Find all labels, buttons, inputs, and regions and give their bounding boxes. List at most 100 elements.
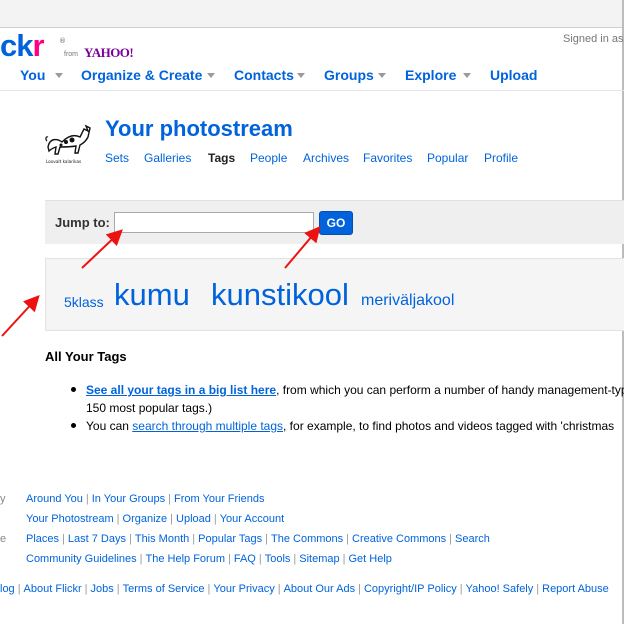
footer-link[interactable]: Creative Commons: [352, 533, 446, 545]
nav-contacts[interactable]: Contacts: [234, 67, 294, 83]
search-multiple-tags-link[interactable]: search through multiple tags: [132, 419, 283, 433]
logo-part-blue: ck: [0, 28, 33, 63]
buddy-caption: Loovalt kalarikas: [46, 159, 81, 164]
subnav-tags[interactable]: Tags: [208, 151, 235, 165]
bullet2-pre: You can: [86, 419, 133, 433]
separator: |: [207, 583, 211, 595]
footer-link[interactable]: Your Photostream: [26, 513, 114, 525]
footer-link[interactable]: Upload: [176, 513, 211, 525]
footer-link[interactable]: FAQ: [234, 553, 256, 565]
flickr-logo[interactable]: ckr: [0, 26, 45, 66]
signed-in-label: Signed in as: [563, 33, 624, 45]
separator: |: [265, 533, 268, 545]
tag-link[interactable]: 5klass: [64, 294, 104, 310]
subnav-profile[interactable]: Profile: [484, 151, 518, 165]
jump-to-input[interactable]: [114, 212, 314, 233]
footer-category-cut: e: [0, 533, 7, 545]
footer-link[interactable]: Your Privacy: [213, 583, 274, 595]
see-all-tags-link[interactable]: See all your tags in a big list here: [86, 383, 276, 397]
nav-explore[interactable]: Explore: [405, 67, 456, 83]
separator: |: [277, 583, 281, 595]
nav-upload[interactable]: Upload: [490, 67, 537, 83]
separator: |: [192, 533, 196, 545]
footer-link[interactable]: About Our Ads: [284, 583, 356, 595]
footer-link[interactable]: Get Help: [349, 553, 392, 565]
separator: |: [459, 583, 463, 595]
nav-groups[interactable]: Groups: [324, 67, 374, 83]
separator: |: [536, 583, 540, 595]
footer-link[interactable]: Last 7 Days: [68, 533, 126, 545]
chevron-down-icon[interactable]: [463, 73, 471, 78]
footer-link[interactable]: Tools: [265, 553, 291, 565]
yahoo-logo: YAHOO!: [84, 45, 134, 60]
separator: |: [168, 493, 171, 505]
chevron-down-icon[interactable]: [55, 73, 63, 78]
separator: |: [62, 533, 65, 545]
tag-link[interactable]: kumu: [114, 277, 190, 313]
all-tags-heading: All Your Tags: [45, 349, 127, 364]
chevron-down-icon[interactable]: [297, 73, 305, 78]
browser-top-strip: [0, 0, 624, 624]
footer-link[interactable]: Your Account: [220, 513, 284, 525]
footer-link[interactable]: Yahoo! Safely: [466, 583, 534, 595]
bullet-dot: [71, 423, 76, 428]
footer-link[interactable]: Report Abuse: [542, 583, 609, 595]
buddy-icon[interactable]: Loovalt kalarikas: [44, 117, 94, 167]
separator: |: [293, 553, 297, 565]
footer-link[interactable]: The Commons: [271, 533, 343, 545]
from-label: from: [64, 51, 78, 58]
page-title: Your photostream: [105, 116, 293, 141]
footer-link[interactable]: This Month: [135, 533, 189, 545]
bullet2-post: , for example, to find photos and videos…: [283, 419, 615, 433]
separator: |: [342, 553, 346, 565]
tag-cloud: 5klass kumu kunstikool meriväljakool: [45, 258, 624, 331]
footer-link[interactable]: Popular Tags: [198, 533, 262, 545]
jump-to-label: Jump to:: [55, 215, 110, 230]
footer-link[interactable]: Copyright/IP Policy: [364, 583, 457, 595]
nav-you[interactable]: You: [20, 67, 45, 83]
subnav-archives[interactable]: Archives: [303, 151, 349, 165]
footer-link[interactable]: Sitemap: [299, 553, 339, 565]
footer-link[interactable]: The Help Forum: [146, 553, 225, 565]
subnav-popular[interactable]: Popular: [427, 151, 468, 165]
subnav-sets[interactable]: Sets: [105, 151, 129, 165]
separator: |: [449, 533, 452, 545]
separator: |: [17, 583, 21, 595]
tag-link[interactable]: kunstikool: [211, 277, 349, 313]
jump-to-bar: Jump to: GO: [45, 200, 624, 244]
footer-link[interactable]: Search: [455, 533, 490, 545]
footer-link[interactable]: From Your Friends: [174, 493, 264, 505]
footer-category-cut: y: [0, 493, 6, 505]
footer-row-2: Your Photostream | Organize | Upload | Your Ac…: [26, 513, 284, 525]
red-arrow-icon: [1, 295, 40, 337]
bullet1-text: , from which you can perform a number of…: [276, 383, 624, 397]
separator: |: [139, 553, 143, 565]
footer-link[interactable]: In Your Groups: [92, 493, 165, 505]
footer-link[interactable]: Community Guidelines: [26, 553, 137, 565]
footer-link[interactable]: Organize: [123, 513, 168, 525]
separator: |: [84, 583, 88, 595]
registered-mark: ®: [59, 37, 66, 45]
footer-link[interactable]: About Flickr: [24, 583, 82, 595]
footer-link[interactable]: log: [0, 583, 15, 595]
footer-link[interactable]: Terms of Service: [123, 583, 205, 595]
main-nav: You Organize & Create Contacts Groups Ex…: [0, 66, 624, 90]
chevron-down-icon[interactable]: [207, 73, 215, 78]
tag-link[interactable]: meriväljakool: [361, 292, 454, 310]
footer-link[interactable]: Around You: [26, 493, 83, 505]
separator: |: [116, 513, 120, 525]
subnav-favorites[interactable]: Favorites: [363, 151, 412, 165]
separator: |: [128, 533, 132, 545]
chevron-down-icon[interactable]: [378, 73, 386, 78]
separator: |: [85, 493, 89, 505]
subnav-people[interactable]: People: [250, 151, 287, 165]
footer-row-4: Community Guidelines | The Help Forum | FAQ |…: [26, 553, 392, 565]
subnav-galleries[interactable]: Galleries: [144, 151, 191, 165]
separator: |: [228, 553, 231, 565]
footer-link[interactable]: Places: [26, 533, 59, 545]
footer-link[interactable]: Jobs: [90, 583, 113, 595]
nav-organize-create[interactable]: Organize & Create: [81, 67, 202, 83]
logo-part-pink: r: [32, 28, 44, 63]
nav-divider: [0, 90, 624, 91]
go-button[interactable]: GO: [319, 211, 353, 235]
